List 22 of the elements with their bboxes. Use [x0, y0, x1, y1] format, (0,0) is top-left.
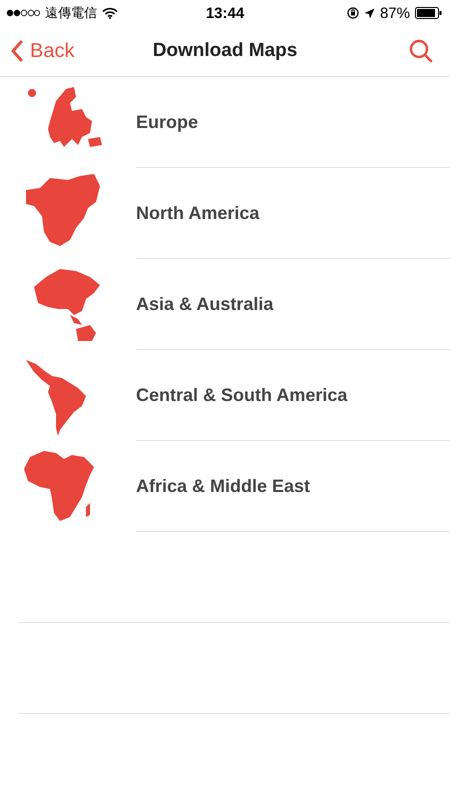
- rotation-lock-icon: [346, 7, 359, 19]
- region-row[interactable]: North America: [0, 168, 450, 259]
- region-row[interactable]: Asia & Australia: [0, 259, 450, 350]
- region-name: Africa & Middle East: [136, 476, 310, 496]
- region-name: North America: [136, 202, 260, 224]
- clock-time: 13:44: [206, 4, 244, 22]
- search-icon[interactable]: [408, 38, 434, 64]
- location-arrow-icon: [364, 8, 375, 18]
- region-name: Europe: [136, 112, 198, 132]
- chevron-left-icon: [10, 40, 24, 62]
- region-row[interactable]: Africa & Middle East: [0, 441, 450, 532]
- region-row[interactable]: Central & South America: [0, 350, 450, 441]
- screen-title: Download Maps: [152, 40, 298, 62]
- region-name: Asia & Australia: [136, 294, 274, 314]
- battery-icon: [415, 7, 442, 19]
- carrier-name: 遠傳電信: [45, 5, 97, 22]
- region-row[interactable]: Europe: [0, 77, 450, 168]
- back-button[interactable]: Back: [10, 40, 74, 62]
- signal-icon: [6, 9, 40, 17]
- region-name: Central & South America: [136, 384, 348, 406]
- battery-percent: 87%: [380, 4, 410, 22]
- wifi-icon: [102, 7, 118, 19]
